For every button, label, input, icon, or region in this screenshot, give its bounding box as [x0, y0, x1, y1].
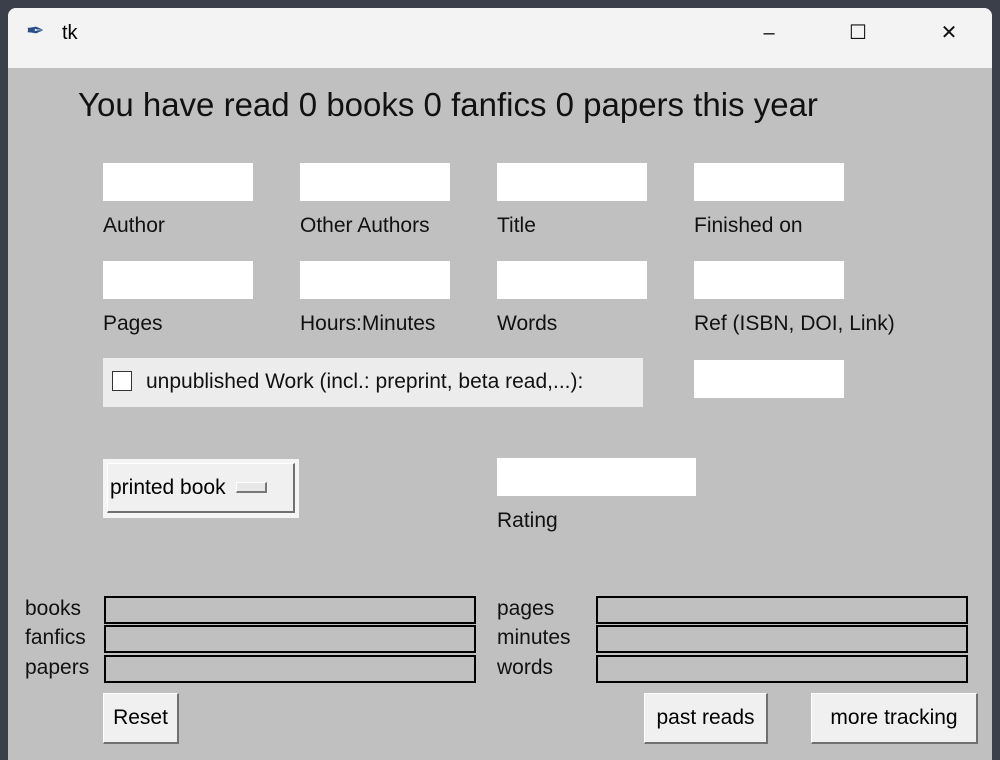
- words-total-box: [596, 655, 968, 683]
- other-authors-label: Other Authors: [300, 214, 430, 237]
- summary-heading: You have read 0 books 0 fanfics 0 papers…: [78, 86, 818, 123]
- unpublished-input[interactable]: [694, 360, 844, 398]
- fanfics-count-box: [104, 625, 476, 653]
- books-count-box: [104, 596, 476, 624]
- papers-label: papers: [25, 656, 90, 679]
- main-content: You have read 0 books 0 fanfics 0 papers…: [8, 68, 992, 760]
- other-authors-input[interactable]: [300, 163, 450, 201]
- reset-button[interactable]: Reset: [103, 693, 179, 744]
- more-tracking-button[interactable]: more tracking: [811, 693, 978, 744]
- pages-stat-label: pages: [497, 597, 555, 620]
- finished-on-input[interactable]: [694, 163, 844, 201]
- maximize-button[interactable]: ☐: [835, 16, 881, 50]
- ref-label: Ref (ISBN, DOI, Link): [694, 312, 895, 335]
- unpublished-checkbox[interactable]: [112, 371, 132, 391]
- type-selected: printed book: [110, 475, 226, 499]
- rating-input[interactable]: [497, 458, 696, 496]
- unpublished-checkbox-row[interactable]: unpublished Work (incl.: preprint, beta …: [103, 358, 643, 407]
- pages-label: Pages: [103, 312, 163, 335]
- fanfics-label: fanfics: [25, 626, 86, 649]
- words-label: Words: [497, 312, 558, 335]
- window-title: tk: [62, 22, 78, 44]
- past-reads-button[interactable]: past reads: [644, 693, 768, 744]
- title-input[interactable]: [497, 163, 647, 201]
- type-menu-frame: printed book: [103, 459, 299, 518]
- type-menubutton[interactable]: printed book: [107, 463, 295, 513]
- unpublished-label: unpublished Work (incl.: preprint, beta …: [146, 370, 584, 393]
- minutes-total-box: [596, 625, 968, 653]
- title-bar: ✒ tk – ☐ ✕: [8, 8, 992, 68]
- pages-total-box: [596, 596, 968, 624]
- finished-on-label: Finished on: [694, 214, 803, 237]
- words-stat-label: words: [497, 656, 554, 679]
- rating-label: Rating: [497, 509, 558, 532]
- hours-minutes-input[interactable]: [300, 261, 450, 299]
- tk-feather-icon: ✒: [26, 18, 45, 43]
- menu-indicator-icon: [235, 482, 267, 493]
- papers-count-box: [104, 655, 476, 683]
- hours-minutes-label: Hours:Minutes: [300, 312, 436, 335]
- words-input[interactable]: [497, 261, 647, 299]
- minutes-stat-label: minutes: [497, 626, 571, 649]
- app-window: ✒ tk – ☐ ✕ You have read 0 books 0 fanfi…: [8, 8, 992, 760]
- close-button[interactable]: ✕: [926, 16, 972, 50]
- minimize-button[interactable]: –: [746, 16, 792, 50]
- author-label: Author: [103, 214, 165, 237]
- pages-input[interactable]: [103, 261, 253, 299]
- author-input[interactable]: [103, 163, 253, 201]
- books-label: books: [25, 597, 82, 620]
- title-label: Title: [497, 214, 536, 237]
- ref-input[interactable]: [694, 261, 844, 299]
